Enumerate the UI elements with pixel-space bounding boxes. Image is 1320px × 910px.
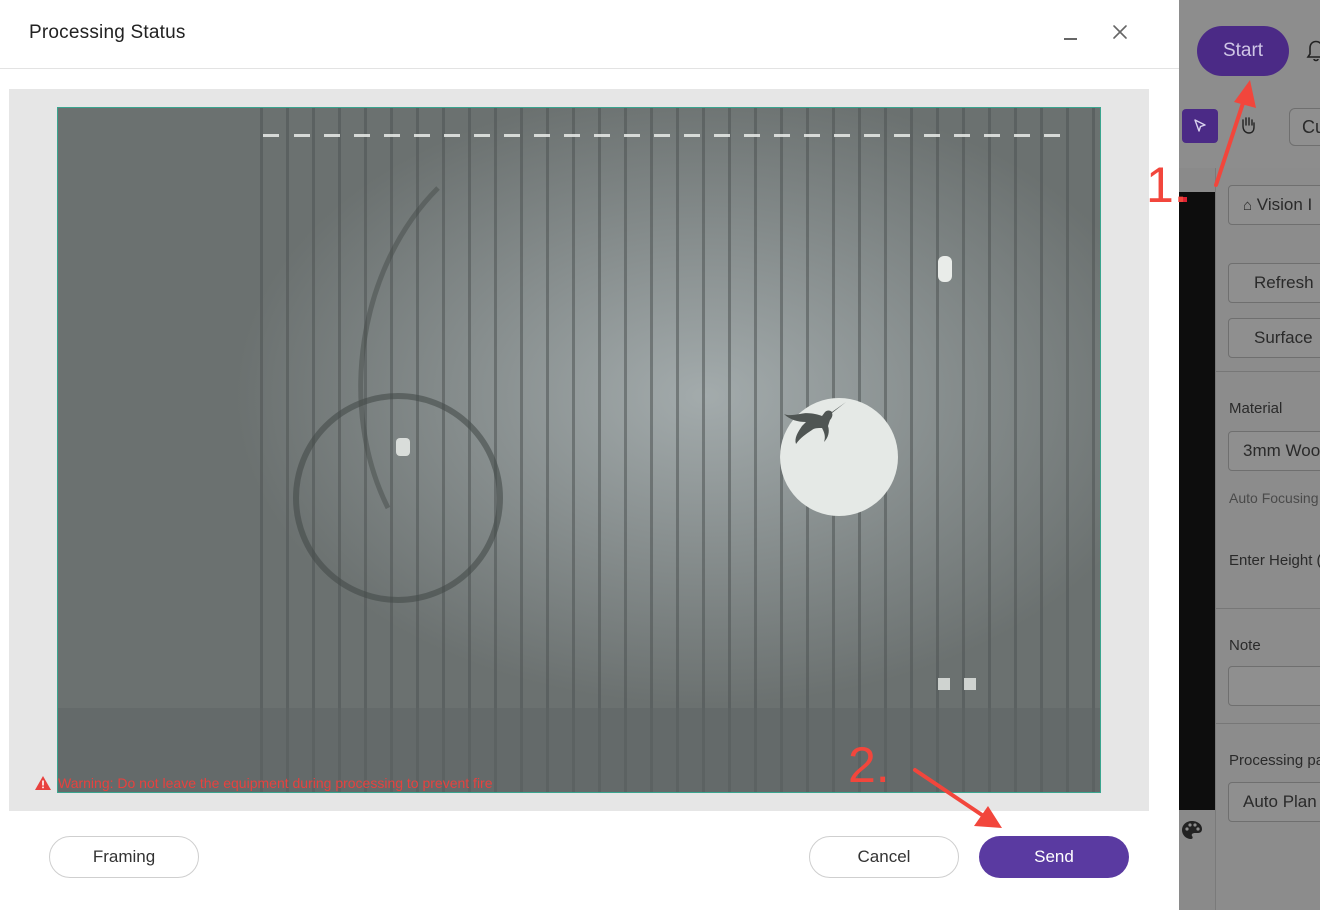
annotation-arrows [913, 80, 1256, 828]
arrow-to-start [1214, 80, 1256, 187]
arrow-to-send [913, 768, 1002, 828]
